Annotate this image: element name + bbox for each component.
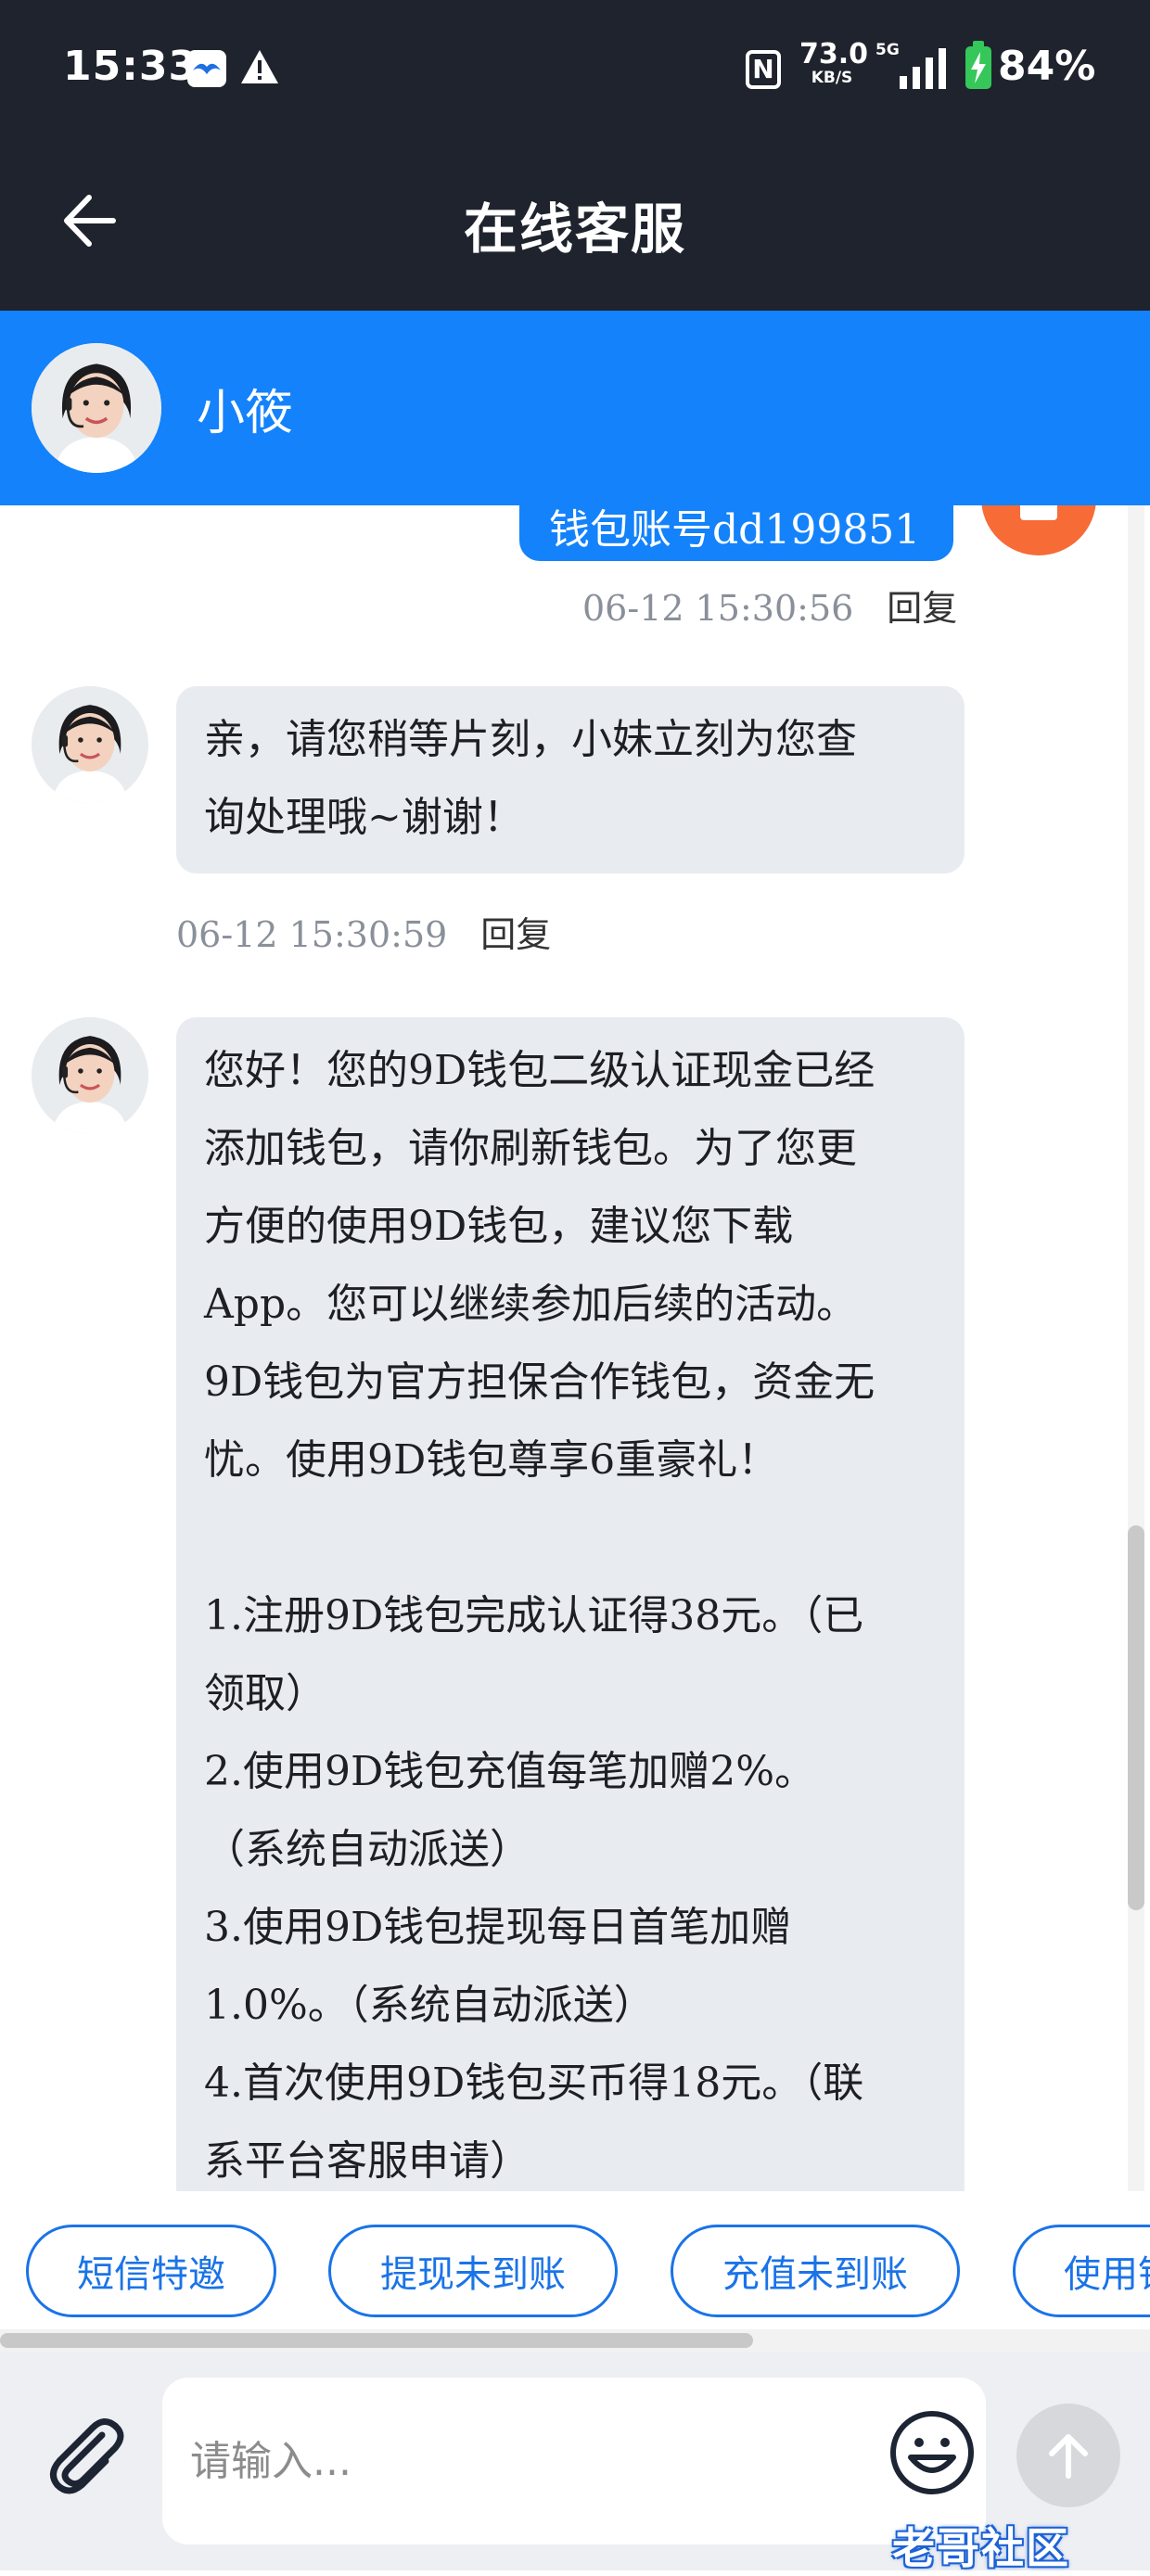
message-line: 您好！您的9D钱包二级认证现金已经 [204,1047,875,1094]
reply-link[interactable]: 回复 [480,914,551,955]
quick-reply-scrollbar-thumb[interactable] [0,2333,753,2348]
message-line: 询处理哦~谢谢！ [204,794,524,841]
network-speed-unit: KB/S [811,69,853,87]
send-button[interactable] [1016,2404,1120,2507]
chat-scrollbar-thumb[interactable] [1128,1525,1144,1910]
reply-link[interactable]: 回复 [887,588,957,629]
chat-scrollbar-track[interactable] [1128,505,1144,2191]
quick-reply-chip[interactable]: 短信特邀 [26,2225,276,2317]
message-time: 06-12 15:30:59 [176,914,448,955]
status-time: 15:33 [63,43,198,90]
message-time: 06-12 15:30:56 [582,588,854,629]
message-line: 忧。使用9D钱包尊享6重豪礼！ [204,1436,779,1484]
warning-icon [239,48,280,89]
agent-avatar [32,686,148,803]
agent-name: 小筱 [197,386,294,441]
agent-avatar [32,343,161,473]
message-line: （系统自动派送） [204,1826,530,1873]
incoming-message-bubble: 亲，请您稍等片刻，小妹立刻为您查 询处理哦~谢谢！ [176,686,965,874]
message-line: 亲，请您稍等片刻，小妹立刻为您查 [204,716,857,763]
arrow-up-icon [1049,2434,1088,2479]
message-line: 1.注册9D钱包完成认证得38元。（已 [204,1592,864,1639]
emoji-icon[interactable] [888,2409,976,2500]
message-line: 方便的使用9D钱包，建议您下载 [204,1203,794,1250]
message-line: 2.使用9D钱包充值每笔加赠2%。 [204,1748,816,1795]
nfc-icon: N [746,50,781,89]
watermark-logo: 老哥社区 [892,2523,1070,2573]
network-speed-value: 73.0 [799,38,869,70]
message-line: 1.0%。（系统自动派送） [204,1982,655,2029]
page-title: 在线客服 [463,198,686,261]
app-notification-icon [187,50,226,87]
message-line: App。您可以继续参加后续的活动。 [204,1281,858,1328]
message-meta: 06-12 15:30:56 回复 [582,580,957,631]
message-input[interactable] [162,2378,986,2544]
message-line: 9D钱包为官方担保合作钱包，资金无 [204,1358,875,1406]
signal-icon [896,48,952,93]
message-line: 系平台客服申请） [204,2137,530,2185]
agent-header: 小筱 [0,311,1150,505]
quick-reply-bar: 短信特邀 提现未到账 充值未到账 使用钱 [0,2191,1150,2335]
agent-avatar [32,1017,148,1134]
message-line: 3.使用9D钱包提现每日首笔加赠 [204,1904,792,1951]
message-line: 领取） [204,1670,326,1717]
outgoing-message-text: 钱包账号dd199851 [549,506,921,554]
user-avatar [981,505,1096,555]
quick-reply-chip[interactable]: 使用钱 [1013,2225,1150,2317]
paperclip-icon[interactable] [37,2407,130,2504]
incoming-message-bubble: 您好！您的9D钱包二级认证现金已经 添加钱包，请你刷新钱包。为了您更 方便的使用… [176,1017,965,2191]
message-line: 4.首次使用9D钱包买币得18元。（联 [204,2060,864,2107]
message-line: 添加钱包，请你刷新钱包。为了您更 [204,1125,857,1172]
battery-charging-icon [965,41,991,89]
message-meta: 06-12 15:30:59 回复 [176,906,551,957]
battery-level: 84% [998,43,1096,90]
quick-reply-chip[interactable]: 提现未到账 [328,2225,618,2317]
quick-reply-chip[interactable]: 充值未到账 [671,2225,960,2317]
chat-area[interactable]: 钱包账号dd199851 06-12 15:30:56 回复 亲，请您稍等片刻，小… [0,505,1150,2191]
outgoing-message-bubble: 钱包账号dd199851 [519,505,953,561]
top-bar: 15:33 N 73.0 KB/S 5G 84% 在线客服 [0,0,1150,311]
network-speed: 73.0 KB/S [799,38,869,87]
